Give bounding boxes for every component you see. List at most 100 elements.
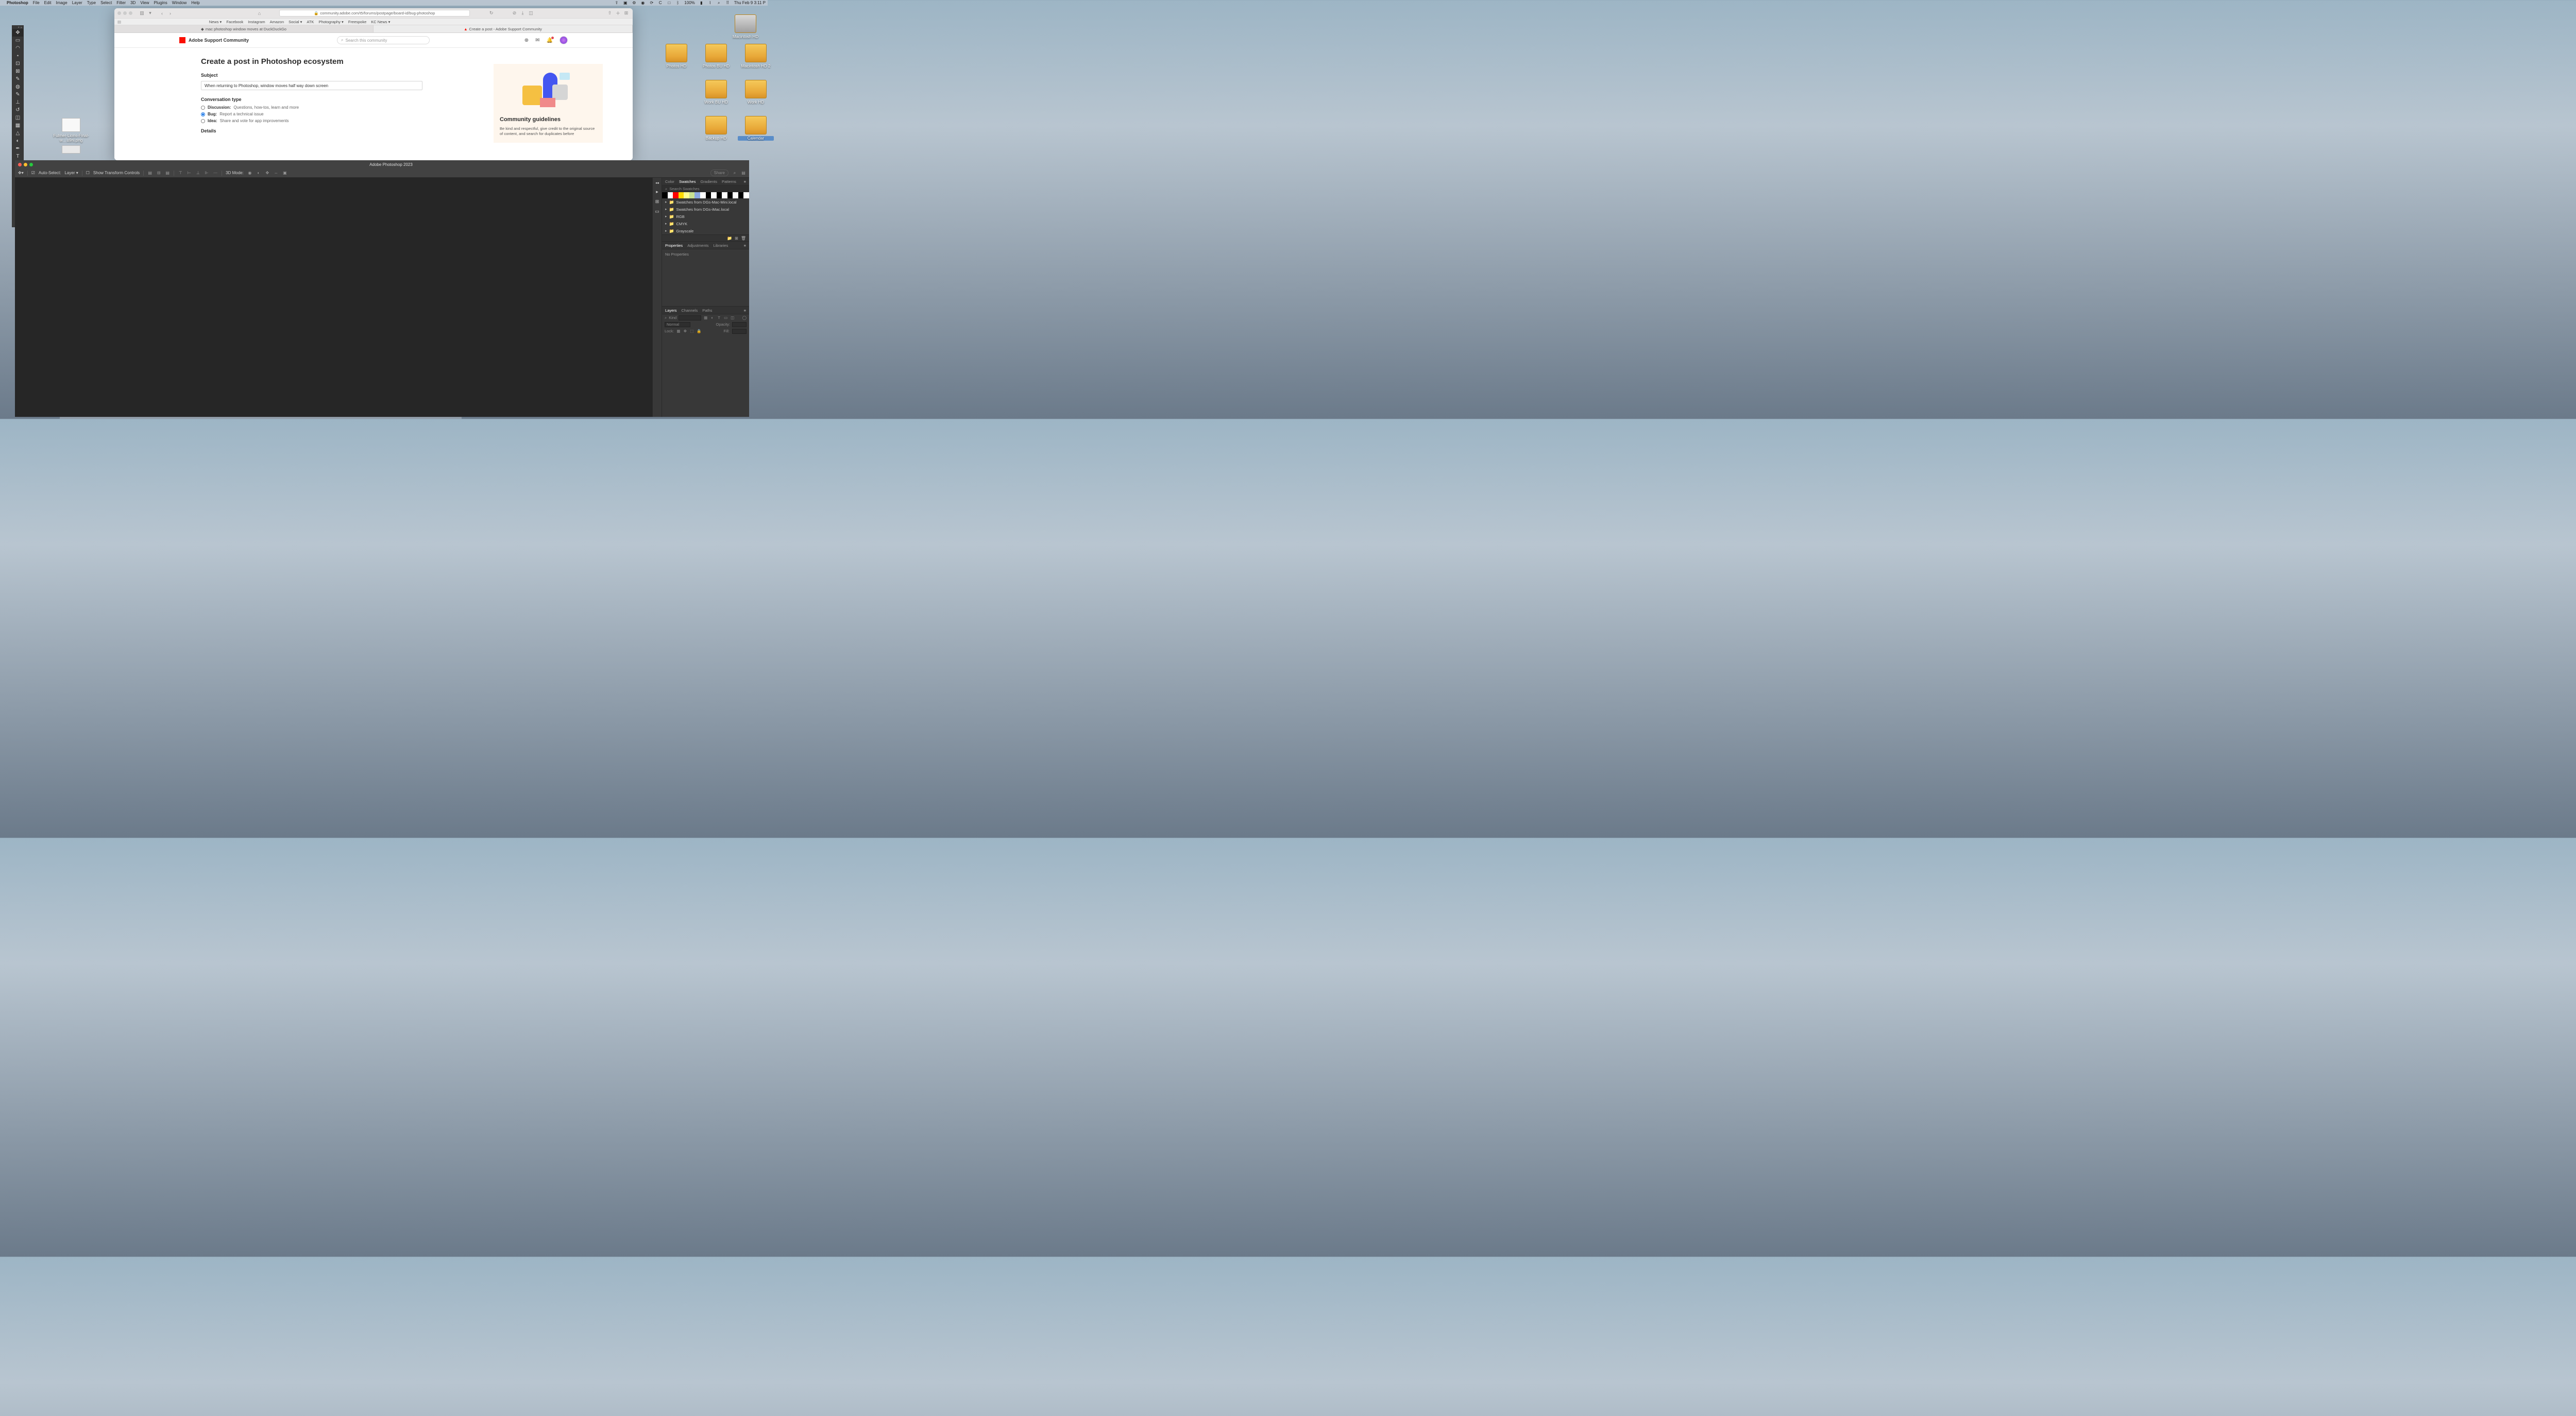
swatch[interactable] <box>684 192 689 198</box>
drive-macintosh-hd-2[interactable]: Macintosh HD 2 <box>738 44 774 69</box>
healing-brush-tool[interactable]: ◍ <box>12 83 23 91</box>
magic-wand-tool[interactable]: ⋆ <box>12 52 23 60</box>
user-avatar[interactable] <box>560 36 568 44</box>
date-time[interactable]: Thu Feb 9 3:11 P <box>734 1 766 5</box>
eraser-tool[interactable]: ◫ <box>12 114 23 122</box>
new-group-icon[interactable]: 📁 <box>727 236 732 241</box>
3d-zoom-icon[interactable]: ▣ <box>282 171 287 175</box>
community-search[interactable]: ⌕ Search this community <box>337 36 430 44</box>
mail-icon[interactable]: ✉ <box>535 38 539 43</box>
lock-all-icon[interactable]: 🔒 <box>697 329 701 333</box>
distribute-bot-icon[interactable]: ⊥ <box>195 171 200 175</box>
fav-atk[interactable]: ATK <box>307 20 314 24</box>
new-tab-button[interactable]: ＋ <box>615 10 621 16</box>
share-button[interactable]: Share <box>710 170 728 176</box>
fav-facebook[interactable]: Facebook <box>226 20 243 24</box>
privacy-button[interactable]: ⊘ <box>511 10 518 16</box>
menu-view[interactable]: View <box>140 1 149 5</box>
panel-menu-icon[interactable]: ≡ <box>744 308 746 313</box>
menu-type[interactable]: Type <box>87 1 96 5</box>
fav-photography[interactable]: Photography ▾ <box>318 20 343 24</box>
sync-icon[interactable]: ⟳ <box>649 1 654 5</box>
swatch[interactable] <box>727 192 733 198</box>
swatch[interactable] <box>673 192 679 198</box>
swatch[interactable] <box>733 192 738 198</box>
swatch[interactable] <box>689 192 695 198</box>
adobe-logo[interactable]: Adobe Support Community <box>179 37 249 43</box>
drive-macintosh-hd[interactable]: Macintosh HD <box>727 14 764 39</box>
drive-calendar[interactable]: Calendar <box>738 116 774 141</box>
home-button[interactable]: ⌂ <box>256 10 263 16</box>
drive-backup-hd[interactable]: Backup HD <box>698 116 734 141</box>
control-center-icon[interactable]: ⠿ <box>725 1 730 5</box>
sidebar-button[interactable]: ▥ <box>139 10 145 16</box>
subject-input[interactable]: When returning to Photoshop, window move… <box>201 81 422 90</box>
panel-menu-icon[interactable]: ≡ <box>744 179 746 184</box>
crop-tool[interactable]: ⊡ <box>12 60 23 68</box>
drive-photos-bu-hd[interactable]: Photos BU HD <box>698 44 734 69</box>
fill-input[interactable] <box>732 329 747 334</box>
brush-tool[interactable]: ✎ <box>12 91 23 98</box>
tab-adjustments[interactable]: Adjustments <box>687 243 708 248</box>
align-center-icon[interactable]: ⊟ <box>156 171 161 175</box>
spine-expand[interactable]: ◂◂ <box>655 181 659 185</box>
swatch[interactable] <box>694 192 700 198</box>
history-brush-tool[interactable]: ↺ <box>12 106 23 114</box>
menu-image[interactable]: Image <box>56 1 67 5</box>
tab-gradients[interactable]: Gradients <box>700 179 717 184</box>
distribute-top-icon[interactable]: ⊤ <box>178 171 183 175</box>
spine-comment-icon[interactable]: ▭ <box>655 209 659 214</box>
stamp-tool[interactable]: ⊥ <box>12 98 23 106</box>
gradient-tool[interactable]: ▦ <box>12 122 23 129</box>
spine-play-icon[interactable]: ▸ <box>656 189 658 195</box>
swatch[interactable] <box>700 192 706 198</box>
traffic-close[interactable] <box>18 163 22 166</box>
filter-smart-icon[interactable]: ◫ <box>730 315 735 320</box>
filter-shape-icon[interactable]: ▭ <box>723 315 728 320</box>
desktop-file-png[interactable]: Fulmer-Lions-Final-w…u9ni.png <box>51 118 91 154</box>
swatch[interactable] <box>679 192 684 198</box>
forward-button[interactable]: › <box>167 10 174 16</box>
tool-preset-icon[interactable]: ✥▾ <box>18 171 24 175</box>
more-align-icon[interactable]: ⋯ <box>213 171 218 175</box>
menu-layer[interactable]: Layer <box>72 1 82 5</box>
tab-channels[interactable]: Channels <box>682 308 698 313</box>
auto-select-checkbox[interactable]: ☑ <box>31 171 35 175</box>
filter-type-icon[interactable]: T <box>717 315 721 320</box>
sidebar-chevron[interactable]: ▾ <box>147 10 154 16</box>
spotlight-icon[interactable]: ⌕ <box>717 1 721 6</box>
align-left-icon[interactable]: ▤ <box>147 171 152 175</box>
swatch[interactable] <box>668 192 673 198</box>
fav-news[interactable]: News ▾ <box>209 20 222 24</box>
traffic-close[interactable] <box>117 11 121 15</box>
downloads-button[interactable]: ⤓ <box>519 10 526 16</box>
menu-help[interactable]: Help <box>191 1 199 5</box>
lock-pixels-icon[interactable]: ▦ <box>676 329 681 333</box>
swatch-folder[interactable]: ▸📁Swatches from DGs-iMac.local <box>662 206 749 213</box>
swatch[interactable] <box>738 192 744 198</box>
drive-work-bu-hd[interactable]: Work BU HD <box>698 80 734 105</box>
menu-app[interactable]: Photoshop <box>7 1 28 5</box>
url-bar[interactable]: 🔒 community.adobe.com/t5/forums/postpage… <box>279 10 470 16</box>
tab-libraries[interactable]: Libraries <box>713 243 728 248</box>
wifi-icon[interactable]: ⌇ <box>708 1 713 5</box>
distribute-more-icon[interactable]: ⊩ <box>204 171 209 175</box>
transform-checkbox[interactable]: ☐ <box>86 171 90 175</box>
battery-icon[interactable]: ▮ <box>699 1 704 5</box>
fav-amazon[interactable]: Amazon <box>270 20 284 24</box>
status-icon[interactable]: ▣ <box>623 1 628 5</box>
panel-menu-icon[interactable]: ≡ <box>744 243 746 248</box>
align-right-icon[interactable]: ▤ <box>165 171 170 175</box>
fav-social[interactable]: Social ▾ <box>289 20 302 24</box>
filter-select[interactable] <box>679 315 701 321</box>
auto-select-dropdown[interactable]: Layer ▾ <box>64 171 78 175</box>
menu-edit[interactable]: Edit <box>44 1 52 5</box>
bell-icon[interactable]: 🔔 <box>547 38 553 43</box>
lock-art-icon[interactable]: ⬚ <box>690 329 694 333</box>
filter-pixel-icon[interactable]: ▦ <box>703 315 708 320</box>
favorites-menu[interactable]: ▤ <box>117 20 121 24</box>
tab-duckduckgo[interactable]: ◆ mac photoshop window moves at DuckDuck… <box>114 25 374 32</box>
menu-plugins[interactable]: Plugins <box>154 1 167 5</box>
workspace-icon[interactable]: ▤ <box>741 171 746 175</box>
traffic-zoom[interactable] <box>29 163 33 166</box>
